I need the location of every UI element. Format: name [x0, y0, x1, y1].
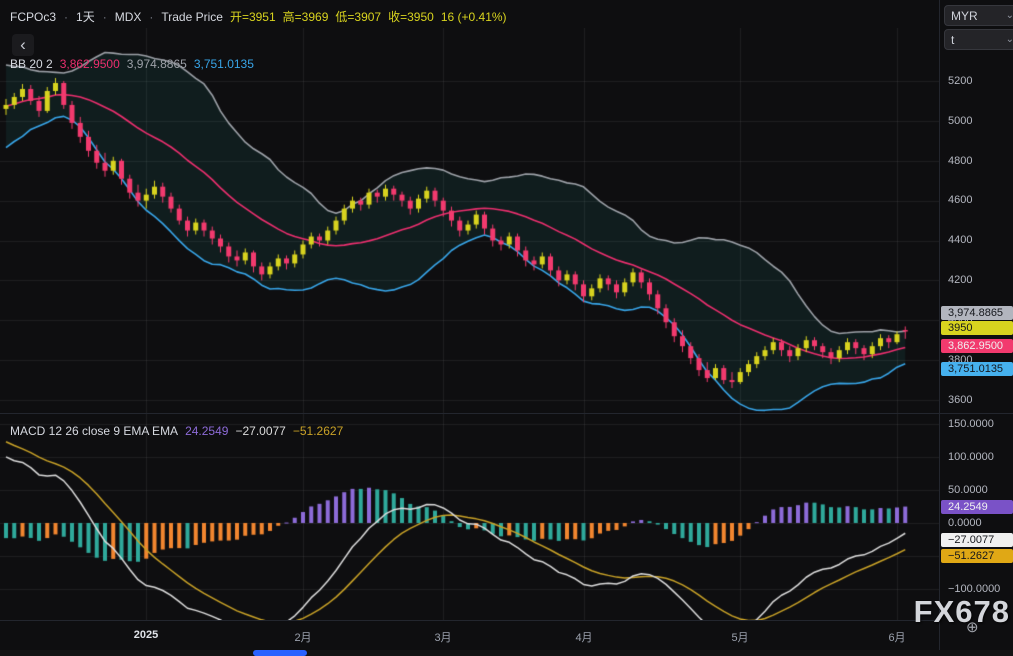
unit-dropdown[interactable]: t ⌄ — [944, 29, 1013, 50]
macd-hist-badge: 24.2549 — [941, 500, 1013, 514]
time-label-jun: 6月 — [867, 629, 927, 645]
time-label-may: 5月 — [710, 629, 770, 645]
separator-dot: · — [64, 10, 68, 24]
trading-chart-app: FCPOc3 · 1天 · MDX · Trade Price 开=3951 高… — [0, 0, 1013, 656]
unit-value: t — [951, 33, 954, 47]
macd-tick: 50.0000 — [948, 483, 988, 497]
bb-upper-value: 3,974.8865 — [127, 57, 187, 71]
macd-line-badge: −27.0077 — [941, 533, 1013, 547]
bb-mid-value: 3,862.9500 — [60, 57, 120, 71]
macd-tick: 100.0000 — [948, 450, 994, 464]
chevron-down-icon: ⌄ — [1006, 10, 1013, 21]
indicator-macd-label[interactable]: MACD 12 26 close 9 EMA EMA — [10, 424, 178, 438]
bb-upper-badge: 3,974.8865 — [941, 306, 1013, 320]
last-price-badge: 3950 — [941, 321, 1013, 335]
macd-signal-badge: −51.2627 — [941, 549, 1013, 563]
price-tick: 4400 — [948, 233, 972, 247]
price-axis-panel[interactable]: MYR ⌄ t ⌄ 5200 5000 4800 4600 4400 4200 … — [939, 0, 1013, 656]
ohlc-low: 低=3907 — [335, 8, 381, 25]
back-arrow-icon: ‹ — [20, 35, 26, 55]
ohlc-open: 开=3951 — [230, 8, 276, 25]
macd-tick: 0.0000 — [948, 516, 982, 530]
time-label-mar: 3月 — [413, 629, 473, 645]
time-label-year: 2025 — [116, 629, 176, 641]
series-type-label: Trade Price — [161, 10, 223, 24]
watermark-fx678: FX678 — [914, 594, 1010, 630]
macd-tick: 150.0000 — [948, 417, 994, 431]
macd-legend: MACD 12 26 close 9 EMA EMA 24.2549 −27.0… — [10, 424, 343, 438]
price-tick: 5000 — [948, 114, 972, 128]
symbol-name[interactable]: FCPOc3 — [10, 10, 56, 24]
chevron-down-icon: ⌄ — [1006, 34, 1013, 45]
exchange-label: MDX — [115, 10, 142, 24]
change-value: 16 (+0.41%) — [441, 10, 507, 24]
separator-dot: · — [103, 10, 107, 24]
bb-lower-value: 3,751.0135 — [194, 57, 254, 71]
macd-hist-value: 24.2549 — [185, 424, 228, 438]
bb-legend: BB 20 2 3,862.9500 3,974.8865 3,751.0135 — [10, 57, 254, 71]
interval-label[interactable]: 1天 — [76, 8, 95, 25]
macd-pane-canvas[interactable] — [0, 414, 939, 620]
macd-signal-value: −51.2627 — [293, 424, 343, 438]
time-label-apr: 4月 — [554, 629, 614, 645]
scrollbar-thumb[interactable] — [253, 650, 307, 656]
price-tick: 3600 — [948, 393, 972, 407]
pane-separator[interactable] — [0, 413, 1013, 414]
time-label-feb: 2月 — [273, 629, 333, 645]
price-tick: 4800 — [948, 154, 972, 168]
bb-mid-badge: 3,862.9500 — [941, 339, 1013, 353]
time-axis[interactable]: 2025 2月 3月 4月 5月 6月 — [0, 620, 939, 651]
bottom-bar — [0, 650, 1013, 656]
price-pane-canvas[interactable] — [0, 28, 939, 413]
macd-line-value: −27.0077 — [235, 424, 285, 438]
currency-value: MYR — [951, 9, 978, 23]
indicator-bb-label[interactable]: BB 20 2 — [10, 57, 53, 71]
ohlc-close: 收=3950 — [388, 8, 434, 25]
chart-legend: FCPOc3 · 1天 · MDX · Trade Price 开=3951 高… — [10, 8, 507, 25]
currency-dropdown[interactable]: MYR ⌄ — [944, 5, 1013, 26]
price-tick: 4600 — [948, 193, 972, 207]
price-tick: 5200 — [948, 74, 972, 88]
price-tick: 4200 — [948, 273, 972, 287]
back-button[interactable]: ‹ — [12, 34, 34, 56]
separator-dot: · — [149, 10, 153, 24]
bb-lower-badge: 3,751.0135 — [941, 362, 1013, 376]
ohlc-high: 高=3969 — [283, 8, 329, 25]
